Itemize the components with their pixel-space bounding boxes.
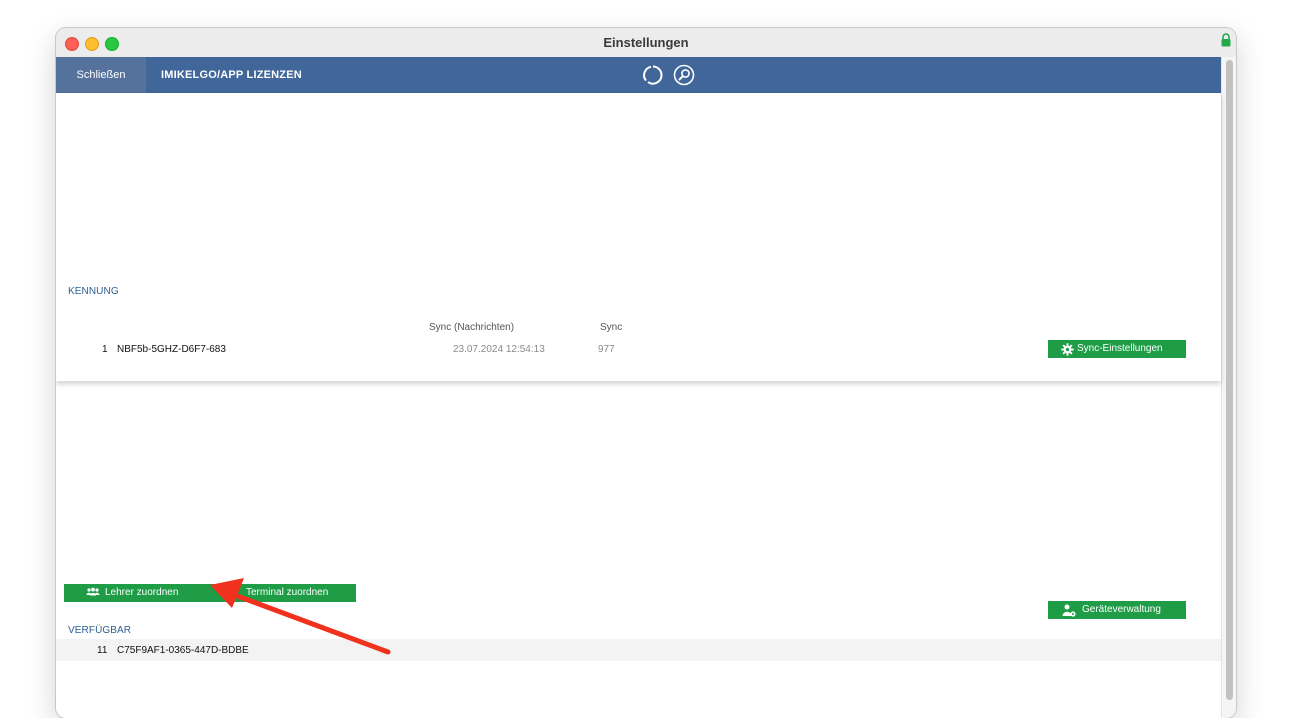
gear-icon — [1061, 343, 1074, 356]
device-management-button[interactable]: Geräteverwaltung — [1048, 601, 1186, 619]
sync-timestamp: 23.07.2024 12:54:13 — [453, 344, 545, 355]
kennung-label: KENNUNG — [68, 286, 119, 297]
sync-settings-label: Sync-Einstellungen — [1077, 343, 1163, 354]
row-number: 11 — [97, 645, 108, 656]
assign-terminal-button[interactable]: Terminal zuordnen — [212, 584, 356, 602]
available-label: VERFÜGBAR — [68, 625, 132, 636]
assign-terminal-label: Terminal zuordnen — [246, 587, 329, 598]
title-bar: Einstellungen — [56, 28, 1236, 58]
device-management-label: Geräteverwaltung — [1082, 604, 1161, 615]
assign-teacher-button[interactable]: Lehrer zuordnen — [64, 584, 212, 602]
column-sync: Sync — [600, 322, 623, 333]
row-number: 1 — [102, 344, 108, 355]
license-panel: KENNUNG Sync (Nachrichten) Sync 1 NBF5b-… — [56, 93, 1221, 381]
scrollbar-thumb[interactable] — [1226, 60, 1233, 700]
device-id: C75F9AF1-0365-447D-BDBE — [117, 645, 249, 656]
vertical-scrollbar[interactable] — [1221, 57, 1236, 718]
section-title: IMIKELGO/APP LIZENZEN — [161, 69, 302, 81]
column-sync-messages: Sync (Nachrichten) — [429, 322, 515, 333]
sync-icon[interactable] — [642, 64, 664, 86]
settings-window: Einstellungen Schließen IMIKELGO/APP LIZ… — [56, 28, 1236, 718]
lock-icon — [1221, 33, 1231, 47]
user-gear-icon — [1062, 604, 1076, 617]
license-id: NBF5b-5GHZ-D6F7-683 — [117, 344, 226, 355]
assign-teacher-label: Lehrer zuordnen — [105, 587, 179, 598]
search-icon[interactable] — [673, 64, 695, 86]
list-item[interactable]: 11 C75F9AF1-0365-447D-BDBE — [56, 639, 1221, 661]
users-icon — [86, 587, 100, 596]
window-title: Einstellungen — [603, 35, 689, 50]
toolbar: Schließen IMIKELGO/APP LIZENZEN — [56, 57, 1221, 94]
close-button[interactable]: Schließen — [56, 57, 146, 93]
sync-settings-button[interactable]: Sync-Einstellungen — [1048, 340, 1186, 358]
sync-count: 977 — [598, 344, 615, 355]
